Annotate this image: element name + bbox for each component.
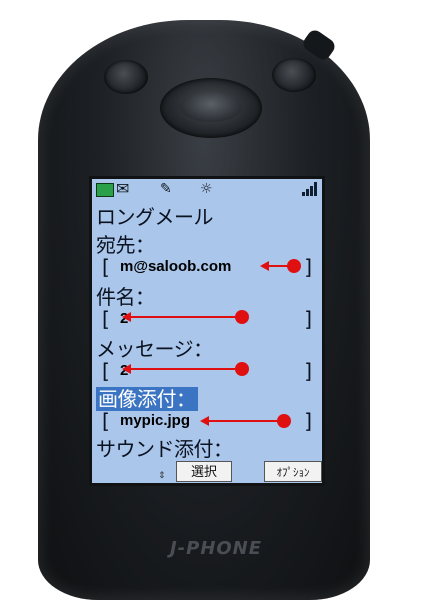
- select-softkey[interactable]: 選択: [176, 461, 232, 482]
- message-label: メッセージ：: [96, 337, 213, 361]
- to-field[interactable]: [ m@saloob.com ]: [102, 255, 312, 281]
- arrow-dot: [235, 310, 249, 324]
- to-value: m@saloob.com: [120, 258, 232, 275]
- bracket-open: [: [102, 409, 110, 433]
- bracket-close: ]: [304, 359, 312, 383]
- sun-icon: ☼: [200, 181, 213, 197]
- arrow-head: [260, 261, 269, 271]
- bracket-open: [: [102, 359, 110, 383]
- bracket-close: ]: [304, 409, 312, 433]
- annotation-arrow-image: [200, 414, 291, 428]
- phone-screen: ✉ ✎ ☼ ロングメール 宛先： [ m@saloob.com ] 件名： [ …: [89, 176, 325, 486]
- subject-field[interactable]: [ 2 ]: [102, 307, 312, 333]
- navigation-button[interactable]: [160, 78, 262, 138]
- arrow-head: [122, 364, 131, 374]
- image-attach-label-text: 画像添付：: [96, 387, 198, 411]
- bracket-close: ]: [304, 307, 312, 331]
- arrow-dot: [287, 259, 301, 273]
- left-top-button[interactable]: [104, 60, 148, 94]
- battery-icon: [96, 183, 114, 197]
- right-top-button[interactable]: [272, 58, 316, 92]
- annotation-arrow-to: [260, 259, 301, 273]
- screen-title: ロングメール: [96, 205, 214, 229]
- subject-label: 件名：: [96, 285, 155, 309]
- annotation-arrow-subject: [122, 310, 249, 324]
- option-softkey[interactable]: ｵﾌﾟｼｮﾝ: [264, 461, 322, 482]
- message-field[interactable]: [ 2 ]: [102, 359, 312, 385]
- mail-icon: ✉: [116, 179, 130, 198]
- sound-attach-label[interactable]: サウンド添付：: [96, 433, 233, 462]
- arrow-dot: [277, 414, 291, 428]
- arrow-head: [200, 416, 209, 426]
- brand-logo: J-PHONE: [169, 538, 263, 559]
- bracket-open: [: [102, 307, 110, 331]
- to-label: 宛先：: [96, 233, 155, 257]
- softkey-bar: ⇕ 選択 ｵﾌﾟｼｮﾝ: [92, 459, 322, 483]
- annotation-arrow-message: [122, 362, 249, 376]
- bracket-close: ]: [304, 255, 312, 279]
- pen-icon: ✎: [160, 181, 172, 197]
- arrow-dot: [235, 362, 249, 376]
- status-bar: ✉ ✎ ☼: [92, 179, 322, 201]
- arrow-head: [122, 312, 131, 322]
- image-attach-label[interactable]: 画像添付：: [96, 383, 198, 412]
- scroll-indicator-icon: ⇕: [158, 471, 166, 481]
- bracket-open: [: [102, 255, 110, 279]
- signal-icon: [302, 182, 318, 196]
- image-attach-value: mypic.jpg: [120, 412, 191, 429]
